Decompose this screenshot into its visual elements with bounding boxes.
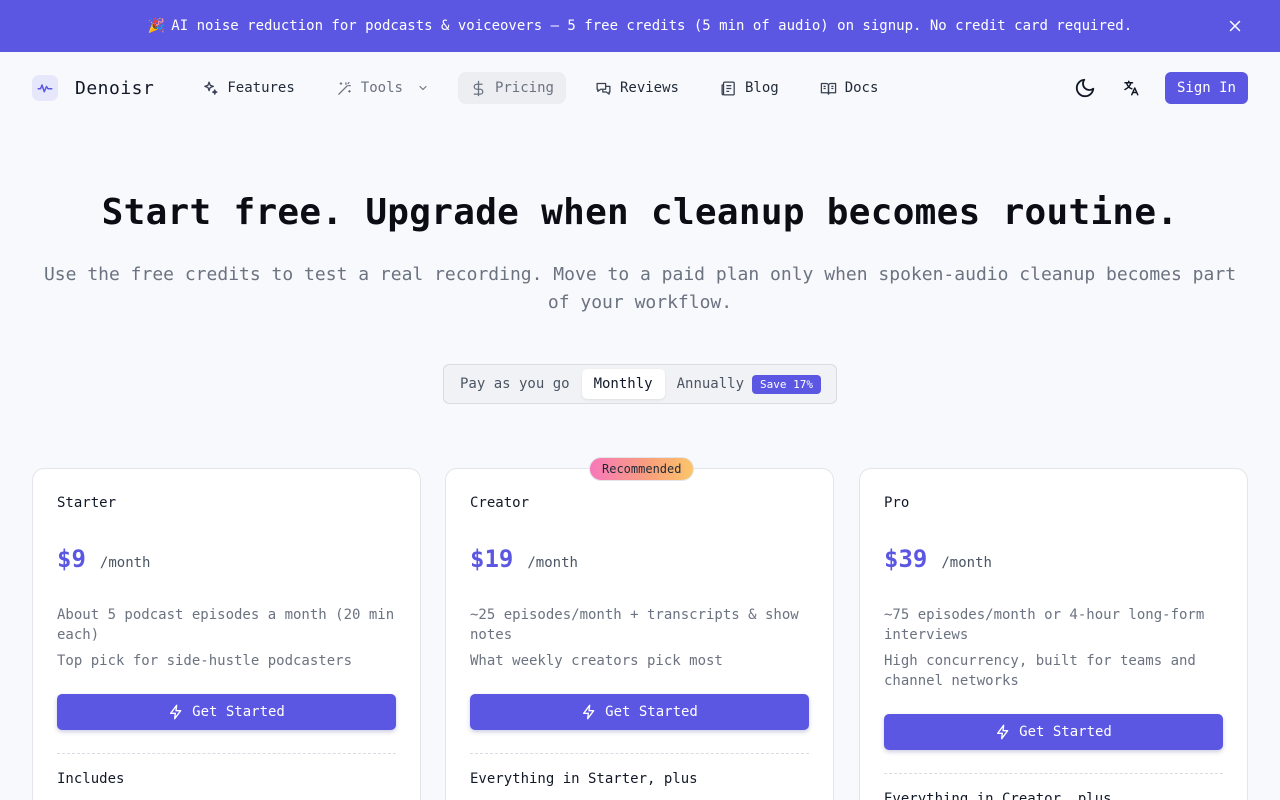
plan-desc-line: ~25 episodes/month + transcripts & show …	[470, 607, 799, 643]
recommended-badge: Recommended	[589, 457, 695, 481]
plan-desc-line: High concurrency, built for teams and ch…	[884, 653, 1196, 689]
price-row: $39 /month	[884, 545, 992, 573]
bolt-icon	[995, 724, 1011, 740]
nav-item-docs[interactable]: Docs	[808, 72, 891, 104]
includes-heading: Everything in Starter, plus	[470, 771, 698, 787]
plan-price: $9	[57, 545, 86, 573]
plan-period: /month	[99, 555, 151, 571]
price-row: $9 /month	[57, 545, 150, 573]
plan-period: /month	[941, 555, 992, 571]
billing-option-monthly[interactable]: Monthly	[581, 369, 665, 399]
divider	[884, 773, 1223, 774]
top-nav: Denoisr Features Tools Pricing Reviews B…	[0, 52, 1280, 124]
get-started-button-pro[interactable]: Get Started	[884, 714, 1223, 750]
divider	[57, 753, 396, 754]
book-icon	[820, 80, 837, 97]
close-icon[interactable]	[1226, 17, 1244, 35]
sign-in-button[interactable]: Sign In	[1164, 72, 1248, 104]
cta-label: Get Started	[605, 704, 698, 720]
chat-icon	[595, 80, 612, 97]
banner-text: AI noise reduction for podcasts & voiceo…	[171, 18, 1133, 34]
nav-item-label: Reviews	[619, 80, 679, 96]
brand-name: Denoisr	[75, 77, 155, 99]
plan-description: ~25 episodes/month + transcripts & show …	[470, 605, 810, 671]
plan-description: ~75 episodes/month or 4-hour long-form i…	[884, 605, 1224, 691]
nav-item-label: Features	[227, 80, 295, 96]
divider	[470, 753, 809, 754]
page-title: Start free. Upgrade when cleanup becomes…	[101, 192, 1179, 233]
includes-heading: Includes	[57, 771, 125, 787]
nav-item-label: Docs	[844, 80, 879, 96]
nav-items: Features Tools Pricing Reviews Blog Docs	[190, 72, 907, 104]
nav-item-label: Blog	[744, 80, 779, 96]
plan-desc-line: What weekly creators pick most	[470, 653, 723, 669]
plan-card-creator: Creator $19 /month ~25 episodes/month + …	[445, 468, 834, 800]
plan-name: Starter	[57, 495, 117, 511]
party-icon: 🎉	[147, 18, 166, 34]
billing-option-payg[interactable]: Pay as you go	[448, 369, 582, 399]
nav-actions: Sign In	[1073, 72, 1248, 104]
nav-item-pricing[interactable]: Pricing	[457, 72, 566, 104]
sparkles-icon	[202, 80, 219, 97]
nav-item-tools[interactable]: Tools	[324, 72, 441, 104]
plan-card-starter: Starter $9 /month About 5 podcast episod…	[32, 468, 421, 800]
get-started-button-starter[interactable]: Get Started	[57, 694, 396, 730]
billing-toggle: Pay as you go Monthly Annually Save 17%	[443, 364, 837, 404]
price-row: $19 /month	[470, 545, 578, 573]
nav-item-label: Tools	[360, 80, 403, 96]
nav-item-features[interactable]: Features	[190, 72, 306, 104]
plan-desc-line: ~75 episodes/month or 4-hour long-form i…	[884, 607, 1205, 643]
newspaper-icon	[720, 80, 737, 97]
dollar-icon	[470, 80, 487, 97]
plan-price: $39	[884, 545, 928, 573]
nav-item-reviews[interactable]: Reviews	[583, 72, 691, 104]
plan-name: Creator	[470, 495, 530, 511]
announcement-banner: 🎉 AI noise reduction for podcasts & voic…	[0, 0, 1280, 52]
plan-price: $19	[470, 545, 514, 573]
bolt-icon	[581, 704, 597, 720]
plan-name: Pro	[884, 495, 910, 511]
cta-label: Get Started	[192, 704, 285, 720]
nav-item-label: Pricing	[494, 80, 554, 96]
nav-item-blog[interactable]: Blog	[708, 72, 791, 104]
plan-description: About 5 podcast episodes a month (20 min…	[57, 605, 397, 671]
page-subtitle: Use the free credits to test a real reco…	[43, 264, 1237, 313]
billing-option-annually[interactable]: Annually	[665, 369, 756, 399]
magic-wand-icon	[336, 80, 353, 97]
chevron-down-icon	[417, 82, 429, 94]
plan-desc-line: Top pick for side-hustle podcasters	[57, 653, 353, 669]
bolt-icon	[168, 704, 184, 720]
translate-icon[interactable]	[1119, 76, 1143, 100]
plan-period: /month	[527, 555, 578, 571]
plan-desc-line: About 5 podcast episodes a month (20 min…	[57, 607, 395, 643]
plan-card-pro: Pro $39 /month ~75 episodes/month or 4-h…	[859, 468, 1248, 800]
includes-heading: Everything in Creator, plus	[884, 791, 1112, 800]
save-badge: Save 17%	[752, 374, 822, 394]
get-started-button-creator[interactable]: Get Started	[470, 694, 809, 730]
brand[interactable]: Denoisr	[32, 75, 154, 101]
logo-icon	[32, 75, 58, 101]
cta-label: Get Started	[1019, 724, 1112, 740]
moon-icon[interactable]	[1073, 76, 1097, 100]
